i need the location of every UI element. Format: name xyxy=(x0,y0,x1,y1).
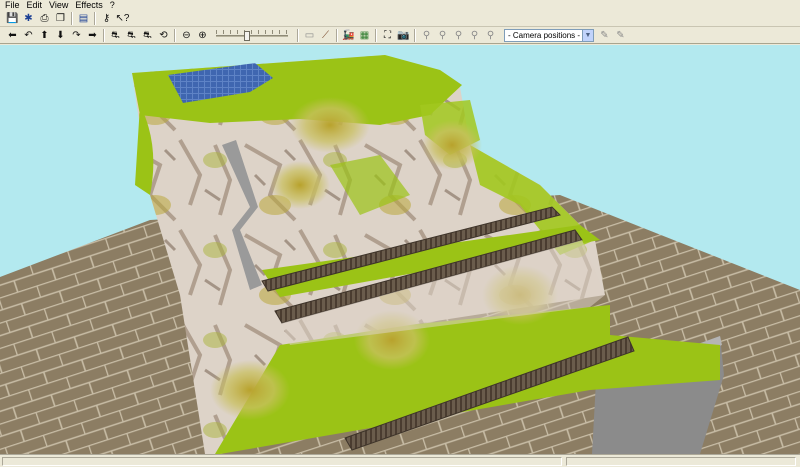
help-pointer-icon[interactable]: ↖? xyxy=(116,12,130,25)
status-pane-main xyxy=(2,457,562,466)
zoom-slider-ticks xyxy=(216,29,288,34)
menu-view[interactable]: View xyxy=(47,0,73,10)
train-icon[interactable]: 🚂 xyxy=(342,29,355,42)
arrow-left-icon[interactable]: ⬅ xyxy=(6,29,19,42)
menu-effects[interactable]: Effects xyxy=(73,0,107,10)
track-tool-icon[interactable]: ⟋ xyxy=(319,29,332,42)
status-bar xyxy=(0,454,800,467)
toolbar-separator xyxy=(71,11,73,25)
arrow-down-icon[interactable]: ⬇ xyxy=(54,29,67,42)
toolbar-separator xyxy=(336,28,338,42)
navigation-toolbar: ⬅ ↶ ⬆ ⬇ ↷ ➡ ⛐ ⛐ ⛐ ⟲ ⊖ ⊕ ▭ ⟋ 🚂 ▦ ⛶ 📷 ⚲ ⚲ … xyxy=(0,27,800,44)
camera-slot-5-icon[interactable]: ⚲ xyxy=(484,29,497,42)
camera-positions-select[interactable]: - Camera positions - ▼ xyxy=(504,28,594,42)
camera-slot-1-icon[interactable]: ⚲ xyxy=(420,29,433,42)
camera-delete-icon[interactable]: ✎ xyxy=(614,29,627,42)
print-icon[interactable]: ⎙ xyxy=(38,12,51,25)
rotate-icon[interactable]: ⟲ xyxy=(157,29,170,42)
toolbar-separator xyxy=(103,28,105,42)
3d-viewport[interactable] xyxy=(0,45,800,454)
terrain-brush-icon[interactable]: ▭ xyxy=(303,29,316,42)
moss-patch xyxy=(290,97,370,153)
zoom-slider-track xyxy=(216,34,288,37)
toolbar-separator xyxy=(174,28,176,42)
camera-slot-2-icon[interactable]: ⚲ xyxy=(436,29,449,42)
camera-edit-icon[interactable]: ✎ xyxy=(598,29,611,42)
zoom-out-icon[interactable]: ⊖ xyxy=(180,29,193,42)
status-pane-secondary xyxy=(566,457,796,466)
walk-left-icon[interactable]: ⛐ xyxy=(125,29,138,42)
toolbar-separator xyxy=(297,28,299,42)
arrow-up-icon[interactable]: ⬆ xyxy=(38,29,51,42)
layout-icon[interactable]: ✱ xyxy=(22,12,35,25)
toolbar-separator xyxy=(375,28,377,42)
arrow-back-icon[interactable]: ↶ xyxy=(22,29,35,42)
menu-help[interactable]: ? xyxy=(108,0,120,10)
camera-slot-4-icon[interactable]: ⚲ xyxy=(468,29,481,42)
walk-icon[interactable]: ⛐ xyxy=(109,29,122,42)
paste-icon[interactable]: ▤ xyxy=(77,12,90,25)
menu-bar: File Edit View Effects ? xyxy=(0,0,800,10)
camera-icon[interactable]: 📷 xyxy=(397,29,410,42)
menu-file[interactable]: File xyxy=(3,0,25,10)
toolbar-separator xyxy=(414,28,416,42)
menu-edit[interactable]: Edit xyxy=(25,0,48,10)
zoom-slider-thumb[interactable] xyxy=(244,30,250,41)
main-toolbar: 💾 ✱ ⎙ ❐ ▤ ⚷ ↖? xyxy=(0,10,800,27)
camera-positions-value: - Camera positions - xyxy=(508,30,581,40)
moss-patch xyxy=(422,120,482,170)
copy-icon[interactable]: ❐ xyxy=(54,12,67,25)
save-icon[interactable]: 💾 xyxy=(6,12,19,25)
landscape-icon[interactable]: ▦ xyxy=(358,29,371,42)
zoom-in-icon[interactable]: ⊕ xyxy=(196,29,209,42)
key-icon[interactable]: ⚷ xyxy=(100,12,113,25)
moss-patch xyxy=(270,161,330,209)
fullscreen-icon[interactable]: ⛶ xyxy=(381,29,394,42)
toolbar-separator xyxy=(94,11,96,25)
arrow-forward-icon[interactable]: ↷ xyxy=(70,29,83,42)
camera-slot-3-icon[interactable]: ⚲ xyxy=(452,29,465,42)
moss-patch xyxy=(210,360,290,420)
chevron-down-icon[interactable]: ▼ xyxy=(582,29,593,41)
layout-scene xyxy=(0,45,800,454)
arrow-right-icon[interactable]: ➡ xyxy=(86,29,99,42)
zoom-slider[interactable] xyxy=(214,29,290,42)
walk-right-icon[interactable]: ⛐ xyxy=(141,29,154,42)
